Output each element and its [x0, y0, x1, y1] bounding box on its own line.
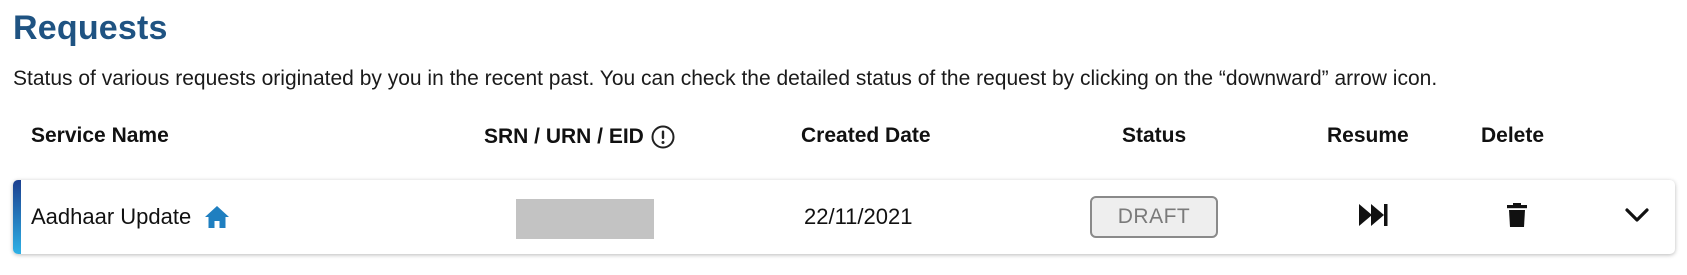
status-badge: DRAFT	[1090, 196, 1218, 238]
header-created-date-label: Created Date	[801, 124, 931, 147]
page-description: Status of various requests originated by…	[13, 67, 1438, 90]
service-name: Aadhaar Update	[31, 204, 192, 229]
expand-details-button[interactable]	[1619, 199, 1655, 235]
header-service-name-label: Service Name	[31, 124, 169, 147]
trash-icon	[1506, 202, 1528, 233]
resume-button[interactable]	[1353, 199, 1393, 235]
home-icon	[203, 203, 231, 231]
header-service-name: Service Name	[31, 124, 169, 148]
created-date: 22/11/2021	[804, 204, 913, 229]
table-row: Aadhaar Update 22/11/2021 DRAFT	[13, 180, 1675, 254]
header-srn-label: SRN / URN / EID	[484, 125, 644, 148]
header-resume: Resume	[1327, 124, 1409, 148]
requests-page: Requests Status of various requests orig…	[0, 0, 1687, 275]
header-status-label: Status	[1122, 124, 1187, 147]
srn-redacted-value	[516, 199, 654, 239]
row-accent-bar	[13, 180, 21, 254]
service-name-cell: Aadhaar Update	[31, 180, 231, 254]
chevron-down-icon	[1624, 206, 1650, 229]
header-status: Status	[1122, 124, 1186, 148]
header-delete: Delete	[1481, 124, 1544, 148]
page-title: Requests	[13, 9, 168, 47]
info-circle-icon[interactable]	[650, 124, 676, 150]
header-resume-label: Resume	[1327, 124, 1409, 147]
header-srn: SRN / URN / EID	[484, 124, 676, 150]
header-created-date: Created Date	[801, 124, 931, 148]
header-delete-label: Delete	[1481, 124, 1545, 147]
delete-button[interactable]	[1499, 199, 1535, 235]
fast-forward-icon	[1357, 202, 1389, 233]
